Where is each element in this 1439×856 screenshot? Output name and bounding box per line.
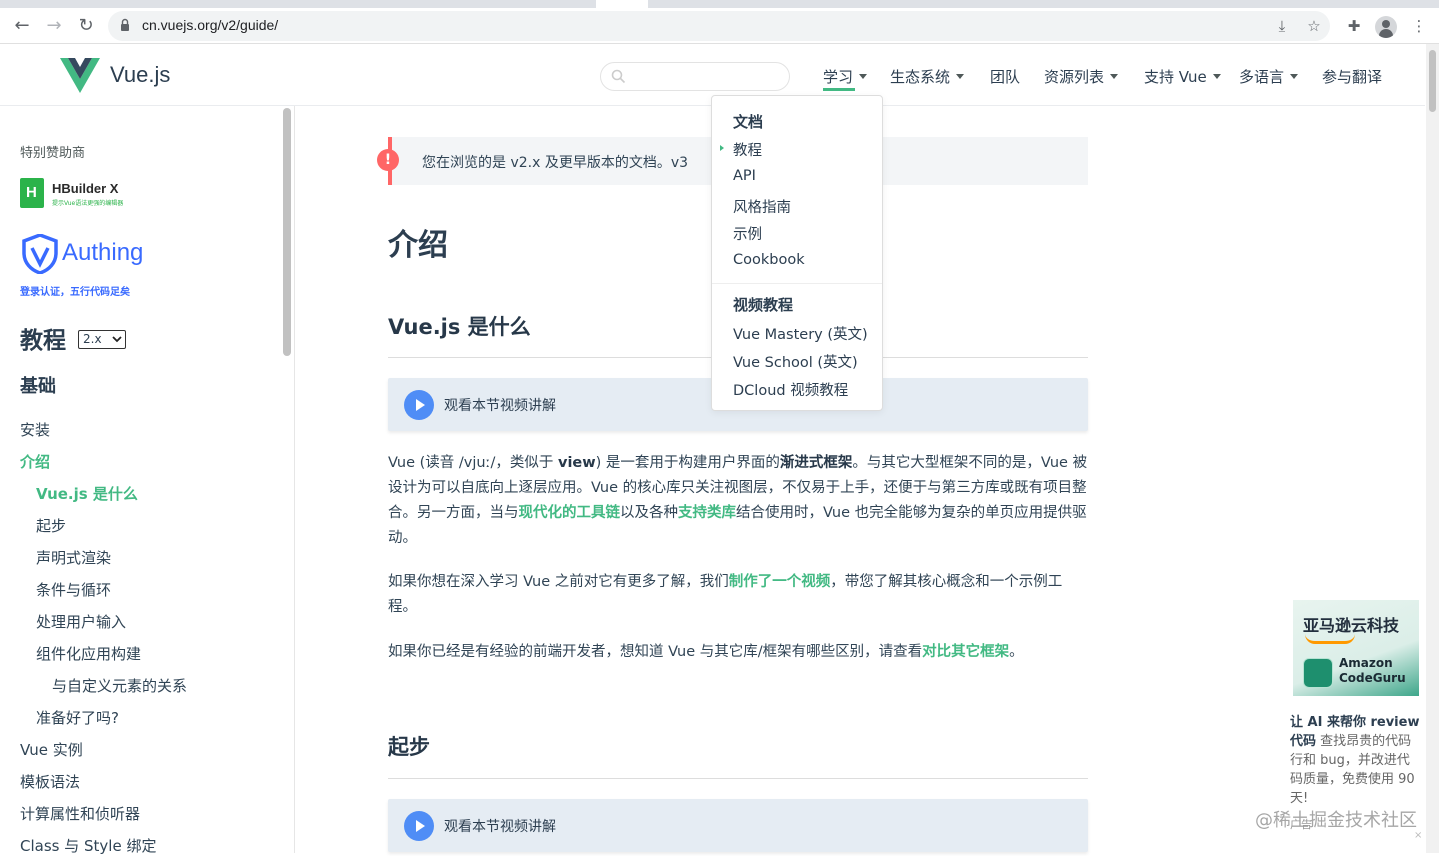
nav-team[interactable]: 团队 [990,66,1020,87]
ad-image[interactable]: 亚马逊云科技 Amazon CodeGuru [1293,600,1419,696]
dropdown-section-videos: 视频教程 [733,296,794,314]
warning-icon: ! [377,149,399,171]
chevron-down-icon [956,74,965,79]
page-scrollbar-thumb[interactable] [1429,50,1436,112]
dropdown-item-dcloud[interactable]: DCloud 视频教程 [733,379,848,400]
sidebar-item-vue-instance[interactable]: Vue 实例 [20,739,83,760]
heading-divider [388,778,1088,779]
page-scrollbar[interactable] [1426,44,1439,853]
amazon-smile-icon [1305,634,1355,644]
sponsor2-name[interactable]: Authing [62,239,143,267]
sidebar-item-custom-elements[interactable]: 与自定义元素的关系 [52,675,187,696]
sponsor2-tagline: 登录认证，五行代码足矣 [20,287,130,298]
sidebar-item-user-input[interactable]: 处理用户输入 [36,611,126,632]
nav-languages[interactable]: 多语言 [1239,66,1299,87]
video-lesson-bar-2[interactable]: 观看本节视频讲解 [388,799,1088,852]
sidebar-item-getting-started[interactable]: 起步 [36,515,66,536]
install-icon[interactable]: ⤓ [1272,16,1292,36]
nav-learn[interactable]: 学习 [823,66,868,87]
sidebar-scrollbar[interactable] [283,108,291,356]
forward-icon[interactable]: → [42,14,66,38]
sidebar-item-conditionals-loops[interactable]: 条件与循环 [36,579,111,600]
page-title: 介绍 [388,228,448,263]
sidebar-item-declarative-rendering[interactable]: 声明式渲染 [36,547,111,568]
sidebar-divider [294,106,295,853]
dropdown-item-api[interactable]: API [733,168,756,184]
link-video[interactable]: 制作了一个视频 [729,574,831,590]
ad-brand: 亚马逊云科技 [1303,616,1400,635]
sidebar-item-install[interactable]: 安装 [20,419,50,440]
chevron-down-icon [112,336,122,343]
address-bar[interactable]: cn.vuejs.org/v2/guide/ ⤓ ☆ [108,11,1330,41]
search-box[interactable] [600,62,790,91]
sidebar-item-components[interactable]: 组件化应用构建 [36,643,141,664]
reload-icon[interactable]: ↻ [74,14,98,38]
profile-icon[interactable] [1375,16,1397,38]
active-tab[interactable] [596,0,648,8]
vue-logo-icon[interactable] [60,58,100,94]
tab-strip [0,0,1439,8]
nav-support[interactable]: 支持 Vue [1144,66,1221,87]
chevron-down-icon [1110,74,1119,79]
sponsor-label: 特别赞助商 [20,146,86,161]
active-arrow-icon [720,145,724,151]
logo-text[interactable]: Vue.js [110,62,170,88]
intro-paragraph: Vue (读音 /vjuː/，类似于 view) 是一套用于构建用户界面的渐进式… [388,455,1088,546]
sponsor1-tagline: 提示Vue语法更强的编辑器 [52,200,124,207]
comparison-paragraph: 如果你已经是有经验的前端开发者，想知道 Vue 与其它库/框架有哪些区别，请查看… [388,644,1024,660]
extensions-icon[interactable]: ✚ [1344,16,1364,36]
link-libraries[interactable]: 支持类库 [678,505,736,521]
url-text[interactable]: cn.vuejs.org/v2/guide/ [142,17,278,33]
notice-text: 您在浏览的是 v2.x 及更早版本的文档。v3 [422,155,689,171]
back-icon[interactable]: ← [10,14,34,38]
play-icon[interactable] [404,390,434,420]
dropdown-item-style-guide[interactable]: 风格指南 [733,196,791,217]
sponsor1-name[interactable]: HBuilder X [52,181,118,196]
video-lesson-label[interactable]: 观看本节视频讲解 [444,395,556,415]
version-value: 2.x [83,332,102,346]
video-lesson-label-2[interactable]: 观看本节视频讲解 [444,816,556,836]
link-toolchain[interactable]: 现代化的工具链 [519,505,621,521]
chevron-down-icon [1290,74,1299,79]
video-paragraph: 如果你想在深入学习 Vue 之前对它有更多了解，我们制作了一个视频，带您了解其核… [388,574,1063,615]
sidebar-item-computed-watchers[interactable]: 计算属性和侦听器 [20,803,140,824]
star-icon[interactable]: ☆ [1304,16,1324,36]
play-icon[interactable] [404,811,434,841]
heading-getting-started: 起步 [388,735,430,759]
dropdown-item-examples[interactable]: 示例 [733,223,762,244]
codeguru-logo-icon [1303,658,1333,688]
chevron-down-icon [1212,74,1221,79]
dropdown-divider [712,283,882,284]
version-select[interactable]: 2.x [78,330,126,349]
nav-resources[interactable]: 资源列表 [1044,66,1119,87]
tutorial-title: 教程 [20,328,66,354]
dropdown-item-vue-mastery[interactable]: Vue Mastery (英文) [733,323,868,344]
nav-translate[interactable]: 参与翻译 [1322,66,1382,87]
ad-product: Amazon CodeGuru [1339,656,1406,685]
lock-icon [121,18,129,31]
sidebar-item-ready[interactable]: 准备好了吗? [36,707,119,728]
nav-active-underline [823,88,855,91]
chevron-down-icon [859,74,868,79]
link-comparison[interactable]: 对比其它框架 [922,644,1009,660]
learn-dropdown-menu: 文档 教程 API 风格指南 示例 Cookbook 视频教程 Vue Mast… [711,95,883,411]
watermark: @稀土掘金技术社区 [1255,810,1417,831]
browser-toolbar: ← → ↻ cn.vuejs.org/v2/guide/ ⤓ ☆ ✚ ⋮ [0,8,1439,44]
section-title-basics: 基础 [20,376,56,397]
dropdown-item-tutorial[interactable]: 教程 [733,139,762,160]
dropdown-section-docs: 文档 [733,113,764,131]
search-input[interactable] [631,67,781,87]
sidebar-item-what-is-vue[interactable]: Vue.js 是什么 [36,483,138,504]
dropdown-item-vue-school[interactable]: Vue School (英文) [733,351,858,372]
sidebar-item-introduction[interactable]: 介绍 [20,451,50,472]
heading-what-is-vue: Vue.js 是什么 [388,315,531,339]
nav-ecosystem[interactable]: 生态系统 [890,66,965,87]
hbuilder-logo-icon[interactable]: H [20,178,44,208]
sidebar-item-template-syntax[interactable]: 模板语法 [20,771,80,792]
search-icon [611,69,626,84]
authing-shield-icon[interactable] [22,234,58,274]
dropdown-item-cookbook[interactable]: Cookbook [733,252,805,268]
menu-icon[interactable]: ⋮ [1409,16,1429,36]
ad-description[interactable]: 让 AI 来帮你 review 代码 查找昂贵的代码行和 bug，并改进代码质量… [1290,713,1420,808]
